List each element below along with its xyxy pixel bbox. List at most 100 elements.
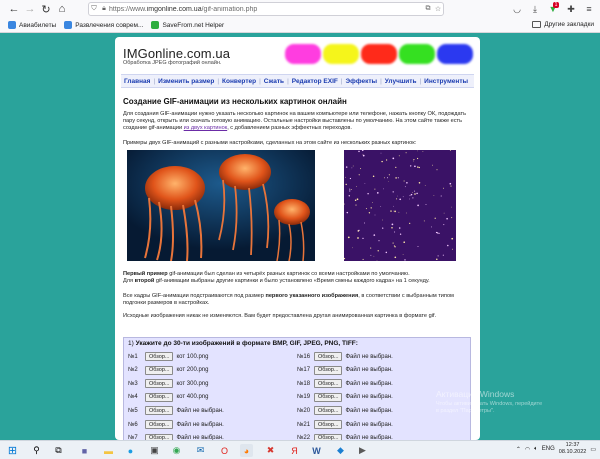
- edge-icon[interactable]: ●: [124, 444, 137, 457]
- shield-icon: ⛉: [91, 5, 97, 12]
- bookmark-star-icon[interactable]: ☆: [433, 5, 443, 13]
- network-icon[interactable]: ◠: [525, 446, 530, 453]
- upload-title: 1) Укажите до 30-ти изображений в формат…: [128, 340, 358, 347]
- logo-blob-green: [399, 44, 435, 64]
- search-icon[interactable]: ⚲: [30, 444, 43, 457]
- site-title[interactable]: IMGonline.com.ua: [123, 46, 230, 61]
- reload-icon[interactable]: ↻: [38, 1, 54, 17]
- bookmark-item[interactable]: Авиабилеты: [8, 21, 56, 29]
- yandex-icon[interactable]: Я: [288, 444, 301, 457]
- file-row: №16 Обзор... Файл не выбран.: [297, 351, 393, 362]
- volume-icon[interactable]: 🔈︎: [534, 446, 538, 453]
- media-icon[interactable]: ▶: [356, 444, 369, 457]
- file-row-number: №6: [128, 421, 138, 428]
- menu-item-exif[interactable]: Редактор EXIF: [289, 78, 341, 85]
- store-icon[interactable]: ▣: [148, 444, 161, 457]
- menu-item-tools[interactable]: Инструменты: [421, 78, 471, 85]
- file-row-number: №2: [128, 367, 138, 374]
- logo-blob-red: [361, 44, 397, 64]
- page-heading: Создание GIF-анимации из нескольких карт…: [123, 97, 347, 106]
- file-row: №5 Обзор... Файл не выбран.: [128, 405, 224, 416]
- notifications-icon[interactable]: ▭: [590, 446, 596, 453]
- back-icon[interactable]: ←: [6, 1, 22, 17]
- file-row-number: №3: [128, 380, 138, 387]
- extension-icon[interactable]: ▼ 1: [546, 1, 560, 17]
- browse-button[interactable]: Обзор...: [145, 352, 174, 361]
- address-bar[interactable]: ⛉ 🔒︎ https://www.imgonline.com.ua/gif-an…: [88, 2, 444, 16]
- file-row: №7 Обзор... Файл не выбран.: [128, 433, 224, 440]
- browse-button[interactable]: Обзор...: [145, 406, 174, 416]
- download-icon[interactable]: ⤓: [528, 1, 542, 17]
- browse-button[interactable]: Обзор...: [314, 365, 343, 375]
- file-name: Файл не выбран.: [345, 380, 393, 387]
- teams-icon[interactable]: ■: [78, 444, 91, 457]
- file-row: №22 Обзор... Файл не выбран.: [297, 433, 393, 440]
- file-row-number: №19: [297, 394, 311, 401]
- menu-item-home[interactable]: Главная: [121, 78, 153, 85]
- examples-caption: Примеры двух GIF-анимаций с разными наст…: [123, 140, 417, 146]
- file-name: кот 300.png: [176, 380, 209, 387]
- file-explorer-icon[interactable]: ▬: [102, 444, 115, 457]
- file-name: кот 100.png: [176, 353, 209, 360]
- translate-icon[interactable]: ⧉: [423, 5, 433, 13]
- file-row: №1 Обзор... кот 100.png: [128, 351, 209, 362]
- word-icon[interactable]: W: [310, 444, 323, 457]
- paint-icon[interactable]: ◆: [334, 444, 347, 457]
- home-icon[interactable]: ⌂: [54, 1, 70, 17]
- file-row-number: №21: [297, 421, 311, 428]
- file-row: №18 Обзор... Файл не выбран.: [297, 378, 393, 389]
- puzzle-icon[interactable]: ✚: [564, 1, 578, 17]
- menu-item-converter[interactable]: Конвертер: [219, 78, 259, 85]
- file-name: кот 400.png: [176, 394, 209, 401]
- browse-button[interactable]: Обзор...: [314, 352, 343, 361]
- main-menu: Главная | Изменить размер | Конвертер | Сжа…: [121, 74, 474, 88]
- frames-paragraph: Все кадры GIF-анимации подстраиваются по…: [123, 293, 454, 306]
- browse-button[interactable]: Обзор...: [314, 420, 343, 429]
- file-row: №19 Обзор... Файл не выбран.: [297, 392, 393, 403]
- chevron-up-icon[interactable]: ⌃: [516, 446, 521, 453]
- opera-icon[interactable]: O: [218, 444, 231, 457]
- clock-time: 12:37: [565, 442, 580, 448]
- file-row-number: №16: [297, 353, 311, 360]
- browse-button[interactable]: Обзор...: [145, 420, 174, 429]
- forward-icon[interactable]: →: [22, 1, 38, 17]
- clock[interactable]: 12:37 08.10.2022: [559, 442, 587, 456]
- menu-item-effects[interactable]: Эффекты: [343, 78, 381, 85]
- start-icon[interactable]: ⊞: [6, 444, 19, 457]
- menu-item-compress[interactable]: Сжать: [261, 78, 287, 85]
- site-subtitle: Обработка JPEG фотографий онлайн.: [123, 60, 222, 66]
- browse-button[interactable]: Обзор...: [314, 379, 343, 389]
- file-row-number: №20: [297, 407, 311, 414]
- logo-blob-yellow: [323, 44, 359, 64]
- pocket-icon[interactable]: ◡: [510, 1, 524, 17]
- bookmark-item[interactable]: SaveFrom.net Helper: [151, 21, 224, 29]
- app-icon[interactable]: ✖: [264, 444, 277, 457]
- task-view-icon[interactable]: ⧉: [52, 444, 65, 457]
- file-name: Файл не выбран.: [176, 421, 224, 428]
- file-row: №6 Обзор... Файл не выбран.: [128, 419, 224, 430]
- bookmark-item[interactable]: Развлечения соврем...: [64, 21, 143, 29]
- browse-button[interactable]: Обзор...: [314, 392, 343, 402]
- browse-button[interactable]: Обзор...: [145, 379, 174, 389]
- browse-button[interactable]: Обзор...: [145, 365, 174, 375]
- logo-blob-pink: [285, 44, 321, 64]
- plane-icon: [8, 21, 16, 29]
- firefox-icon[interactable]: ◕: [240, 444, 253, 457]
- browse-button[interactable]: Обзор...: [145, 392, 174, 402]
- browser-toolbar: ← → ↻ ⌂ ⛉ 🔒︎ https://www.imgonline.com.u…: [0, 0, 600, 18]
- language-indicator[interactable]: ENG: [542, 446, 555, 452]
- browse-button[interactable]: Обзор...: [314, 406, 343, 416]
- menu-icon[interactable]: ≡: [582, 1, 596, 17]
- activation-watermark-text: Чтобы активировать Windows, перейдите в …: [436, 401, 543, 414]
- other-bookmarks[interactable]: Другие закладки: [532, 21, 594, 28]
- two-images-link[interactable]: из двух картинок: [184, 125, 228, 131]
- menu-item-resize[interactable]: Изменить размер: [155, 78, 217, 85]
- file-name: Файл не выбран.: [345, 421, 393, 428]
- url-text: https://www.imgonline.com.ua/gif-animati…: [109, 5, 258, 13]
- menu-item-improve[interactable]: Улучшить: [382, 78, 420, 85]
- mail-icon[interactable]: ✉: [194, 444, 207, 457]
- page-content: IMGonline.com.ua Обработка JPEG фотограф…: [115, 37, 480, 440]
- chrome-icon[interactable]: ◉: [170, 444, 183, 457]
- file-name: Файл не выбран.: [345, 353, 393, 360]
- jellyfish-animation: [127, 150, 315, 261]
